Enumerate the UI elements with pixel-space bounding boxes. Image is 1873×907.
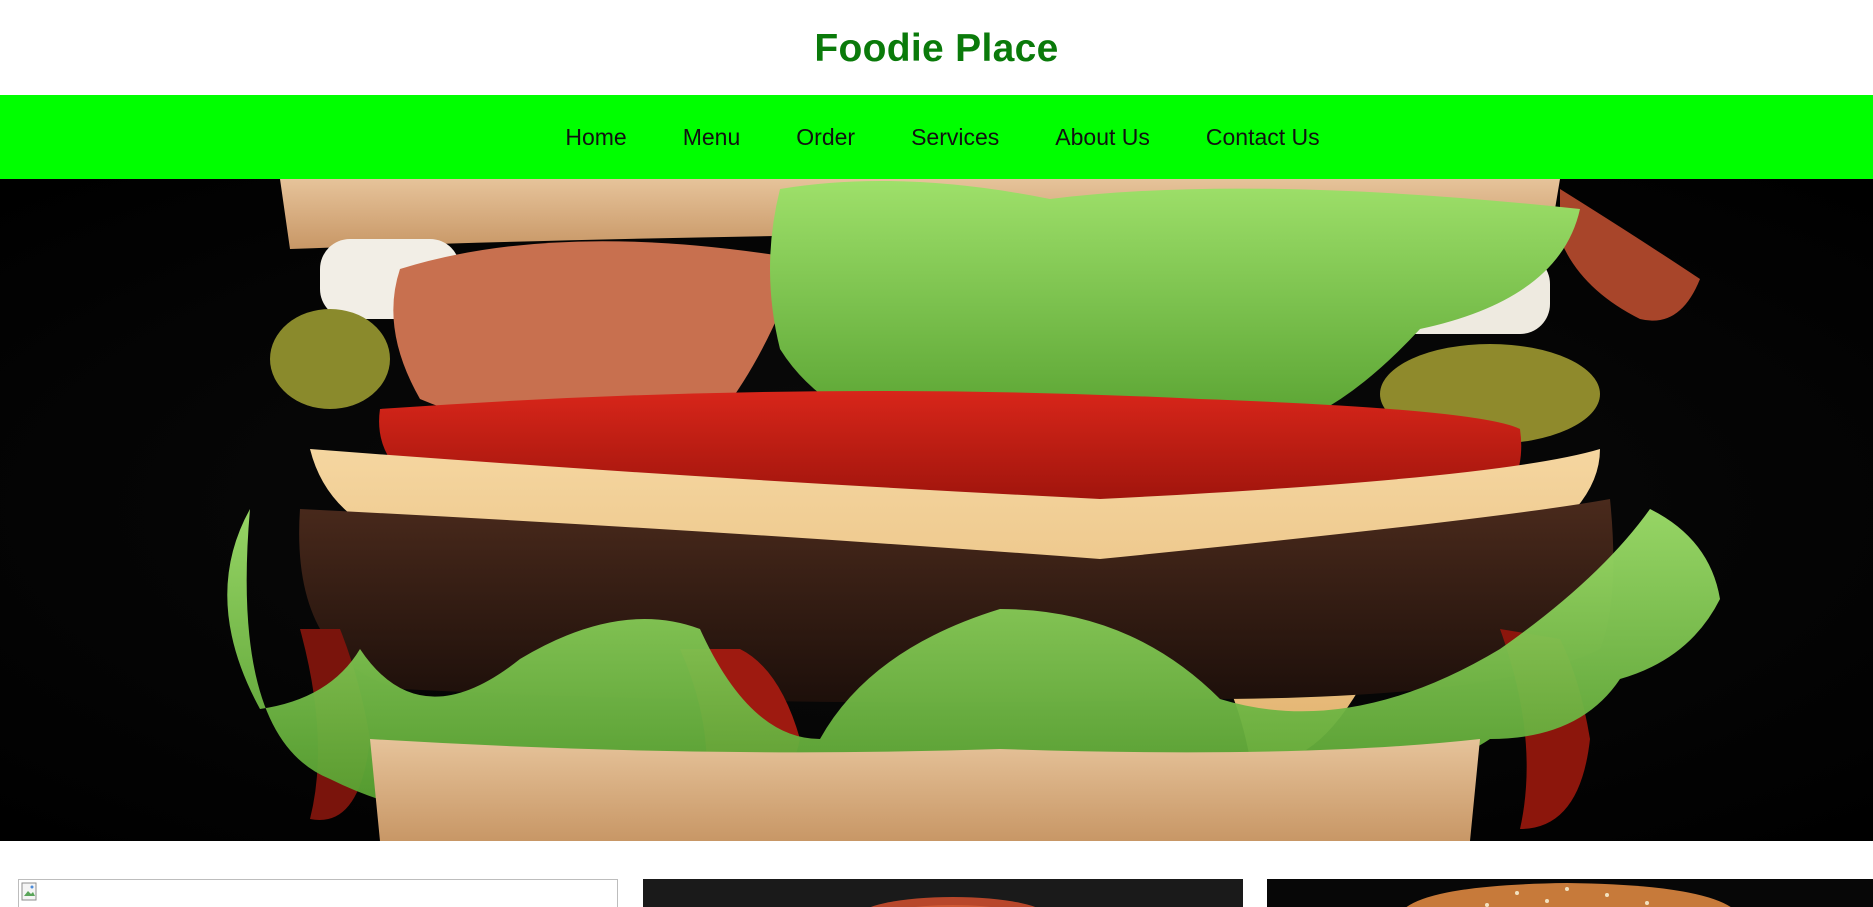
pizza-photo-icon [643,879,1243,907]
nav-link-contact-us[interactable]: Contact Us [1178,124,1348,150]
site-title: Foodie Place [814,26,1059,70]
menu-cards [18,879,1873,907]
menu-card-2[interactable] [643,879,1243,907]
main-navigation: Home Menu Order Services About Us Contac… [0,95,1873,179]
nav-link-menu[interactable]: Menu [655,124,769,150]
menu-card-1[interactable] [18,879,618,907]
site-header: Foodie Place [0,0,1873,95]
nav-link-order[interactable]: Order [768,124,883,150]
nav-list: Home Menu Order Services About Us Contac… [537,124,1347,151]
broken-image-icon [21,882,37,901]
nav-link-home[interactable]: Home [537,124,654,150]
burger-bun-photo-icon [1267,879,1873,907]
nav-link-about-us[interactable]: About Us [1027,124,1178,150]
burger-photo-icon [0,179,1873,841]
hero-banner [0,179,1873,841]
menu-card-3[interactable] [1267,879,1873,907]
nav-link-services[interactable]: Services [883,124,1027,150]
